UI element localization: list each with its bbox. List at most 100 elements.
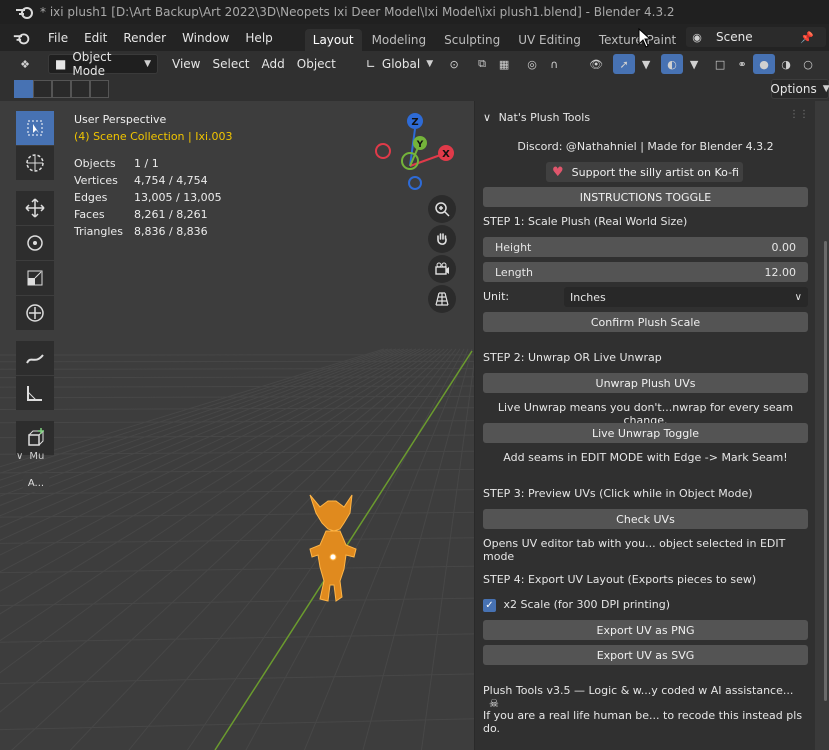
checkbox-checked-icon[interactable]: ✓ bbox=[483, 598, 496, 612]
step1-heading: STEP 1: Scale Plush (Real World Size) bbox=[483, 215, 688, 228]
scene-stats: Objects 1 / 1 Vertices 4,754 / 4,754 Edges… bbox=[74, 155, 233, 240]
measure-tool-icon[interactable] bbox=[16, 376, 54, 410]
overlay-dropdown-icon[interactable]: ▼ bbox=[683, 54, 705, 74]
transform-orientation-dropdown[interactable]: ∟ Global ▼ bbox=[360, 54, 439, 74]
step4-heading: STEP 4: Export UV Layout (Exports pieces… bbox=[483, 573, 757, 586]
menu-object[interactable]: Object bbox=[291, 54, 342, 74]
chevron-down-icon: ∨ bbox=[483, 111, 492, 124]
transform-tool-icon[interactable] bbox=[16, 296, 54, 330]
snap-icon[interactable]: ⧉ bbox=[471, 54, 493, 74]
options-dropdown[interactable]: Options ▼ bbox=[770, 79, 829, 99]
menu-select[interactable]: Select bbox=[206, 54, 255, 74]
pivot-icon[interactable]: ⊙ bbox=[443, 54, 465, 74]
left-subpanel-header[interactable]: ∨ Mu bbox=[16, 451, 56, 462]
scene-selector[interactable]: ◉ Scene 📌 bbox=[686, 27, 826, 47]
drag-handle-icon[interactable]: ⋮⋮ bbox=[789, 109, 809, 120]
falloff-icon[interactable]: ∩ bbox=[543, 54, 565, 74]
menu-file[interactable]: File bbox=[40, 27, 76, 49]
viewport-header: ❖ ■ Object Mode ▼ View Select Add Object… bbox=[0, 50, 829, 78]
gizmo-toggle-icon[interactable]: ➚ bbox=[613, 54, 636, 74]
panel-header[interactable]: ∨ Nat's Plush Tools bbox=[483, 111, 590, 124]
discord-line: Discord: @Nathahniel | Made for Blender … bbox=[517, 140, 774, 153]
chevron-down-icon: ▼ bbox=[426, 59, 434, 69]
x2-scale-label: x2 Scale (for 300 DPI printing) bbox=[503, 598, 671, 611]
stat-row: Faces 8,261 / 8,261 bbox=[74, 206, 233, 223]
xray-icon[interactable]: □ bbox=[709, 54, 731, 74]
select-subtract-icon[interactable] bbox=[52, 80, 71, 98]
tab-modeling[interactable]: Modeling bbox=[364, 29, 435, 51]
snap-target-icon[interactable]: ▦ bbox=[493, 54, 515, 74]
select-box-tool-icon[interactable] bbox=[16, 111, 54, 145]
chevron-down-icon: ▼ bbox=[144, 59, 151, 69]
heart-icon: ♥ bbox=[552, 164, 564, 180]
live-unwrap-toggle-button[interactable]: Live Unwrap Toggle bbox=[483, 423, 808, 443]
annotate-tool-icon[interactable] bbox=[16, 341, 54, 375]
instructions-toggle-button[interactable]: INSTRUCTIONS TOGGLE bbox=[483, 187, 808, 207]
solid-shading-icon[interactable]: ● bbox=[753, 54, 776, 74]
move-tool-icon[interactable] bbox=[16, 191, 54, 225]
tab-layout[interactable]: Layout bbox=[304, 29, 362, 51]
stat-value: 4,754 / 4,754 bbox=[134, 174, 208, 187]
left-subpanel-button[interactable]: A... bbox=[23, 474, 49, 492]
visibility-icon[interactable]: 👁 bbox=[585, 54, 607, 74]
uv-editor-note: Opens UV editor tab with you... object s… bbox=[483, 537, 786, 563]
wireframe-shading-icon[interactable]: ⚭ bbox=[731, 54, 753, 74]
pan-hand-icon[interactable] bbox=[428, 225, 456, 253]
stat-row: Vertices 4,754 / 4,754 bbox=[74, 172, 233, 189]
check-uvs-button[interactable]: Check UVs bbox=[483, 509, 808, 529]
cursor-tool-icon[interactable] bbox=[16, 146, 54, 180]
kofi-button[interactable]: ♥ Support the silly artist on Ko-fi bbox=[546, 162, 743, 182]
length-value: 12.00 bbox=[764, 265, 797, 279]
scale-tool-icon[interactable] bbox=[16, 261, 54, 295]
menu-help[interactable]: Help bbox=[237, 27, 280, 49]
confirm-scale-button[interactable]: Confirm Plush Scale bbox=[483, 312, 808, 332]
zoom-icon[interactable] bbox=[428, 195, 456, 223]
menu-add[interactable]: Add bbox=[256, 54, 291, 74]
add-cube-tool-icon[interactable] bbox=[16, 421, 54, 455]
stat-label: Faces bbox=[74, 208, 105, 221]
menu-view[interactable]: View bbox=[166, 54, 206, 74]
select-intersect-icon[interactable] bbox=[90, 80, 109, 98]
export-png-button[interactable]: Export UV as PNG bbox=[483, 620, 808, 640]
stat-value: 8,261 / 8,261 bbox=[134, 208, 208, 221]
kofi-label: Support the silly artist on Ko-fi bbox=[571, 165, 739, 179]
stat-row: Triangles 8,836 / 8,836 bbox=[74, 223, 233, 240]
overlay-toggle-icon[interactable]: ◐ bbox=[661, 54, 684, 74]
export-svg-button[interactable]: Export UV as SVG bbox=[483, 645, 808, 665]
tab-sculpting[interactable]: Sculpting bbox=[436, 29, 508, 51]
menu-edit[interactable]: Edit bbox=[76, 27, 115, 49]
mode-dropdown[interactable]: ■ Object Mode ▼ bbox=[48, 50, 158, 78]
menu-render[interactable]: Render bbox=[115, 27, 174, 49]
mode-label: Object Mode bbox=[72, 50, 112, 78]
scene-icon: ◉ bbox=[692, 30, 702, 44]
footer-text-1: Plush Tools v3.5 — Logic & w...y coded w… bbox=[483, 684, 794, 697]
scrollbar-thumb[interactable] bbox=[824, 241, 827, 701]
plush-model[interactable] bbox=[300, 493, 370, 605]
material-shading-icon[interactable]: ◑ bbox=[775, 54, 797, 74]
view-name: User Perspective bbox=[74, 113, 167, 126]
rendered-shading-icon[interactable]: ○ bbox=[797, 54, 819, 74]
rotate-tool-icon[interactable] bbox=[16, 226, 54, 260]
camera-icon[interactable] bbox=[428, 255, 456, 283]
height-field[interactable]: Height 0.00 bbox=[483, 237, 808, 257]
select-new-icon[interactable] bbox=[14, 80, 33, 98]
right-edge-scrollbar[interactable] bbox=[815, 101, 829, 750]
length-field[interactable]: Length 12.00 bbox=[483, 262, 808, 282]
x2-scale-checkbox-row[interactable]: ✓ x2 Scale (for 300 DPI printing) bbox=[483, 598, 808, 612]
editor-type-icon[interactable]: ❖ bbox=[14, 54, 36, 74]
menu-window[interactable]: Window bbox=[174, 27, 237, 49]
gizmo-dropdown-icon[interactable]: ▼ bbox=[635, 54, 657, 74]
proportional-edit-icon[interactable]: ◎ bbox=[521, 54, 543, 74]
blender-menu-icon[interactable] bbox=[12, 28, 40, 48]
chevron-down-icon: ∨ bbox=[16, 451, 24, 462]
pin-icon[interactable]: 📌 bbox=[800, 31, 814, 44]
tab-uv-editing[interactable]: UV Editing bbox=[510, 29, 589, 51]
navigation-gizmo[interactable]: Z X Y bbox=[368, 109, 468, 199]
select-extend-icon[interactable] bbox=[33, 80, 52, 98]
perspective-grid-icon[interactable] bbox=[428, 285, 456, 313]
unit-dropdown[interactable]: Inches ∨ bbox=[564, 287, 808, 307]
unwrap-button[interactable]: Unwrap Plush UVs bbox=[483, 373, 808, 393]
height-value: 0.00 bbox=[771, 240, 797, 254]
stat-row: Objects 1 / 1 bbox=[74, 155, 233, 172]
select-invert-icon[interactable] bbox=[71, 80, 90, 98]
